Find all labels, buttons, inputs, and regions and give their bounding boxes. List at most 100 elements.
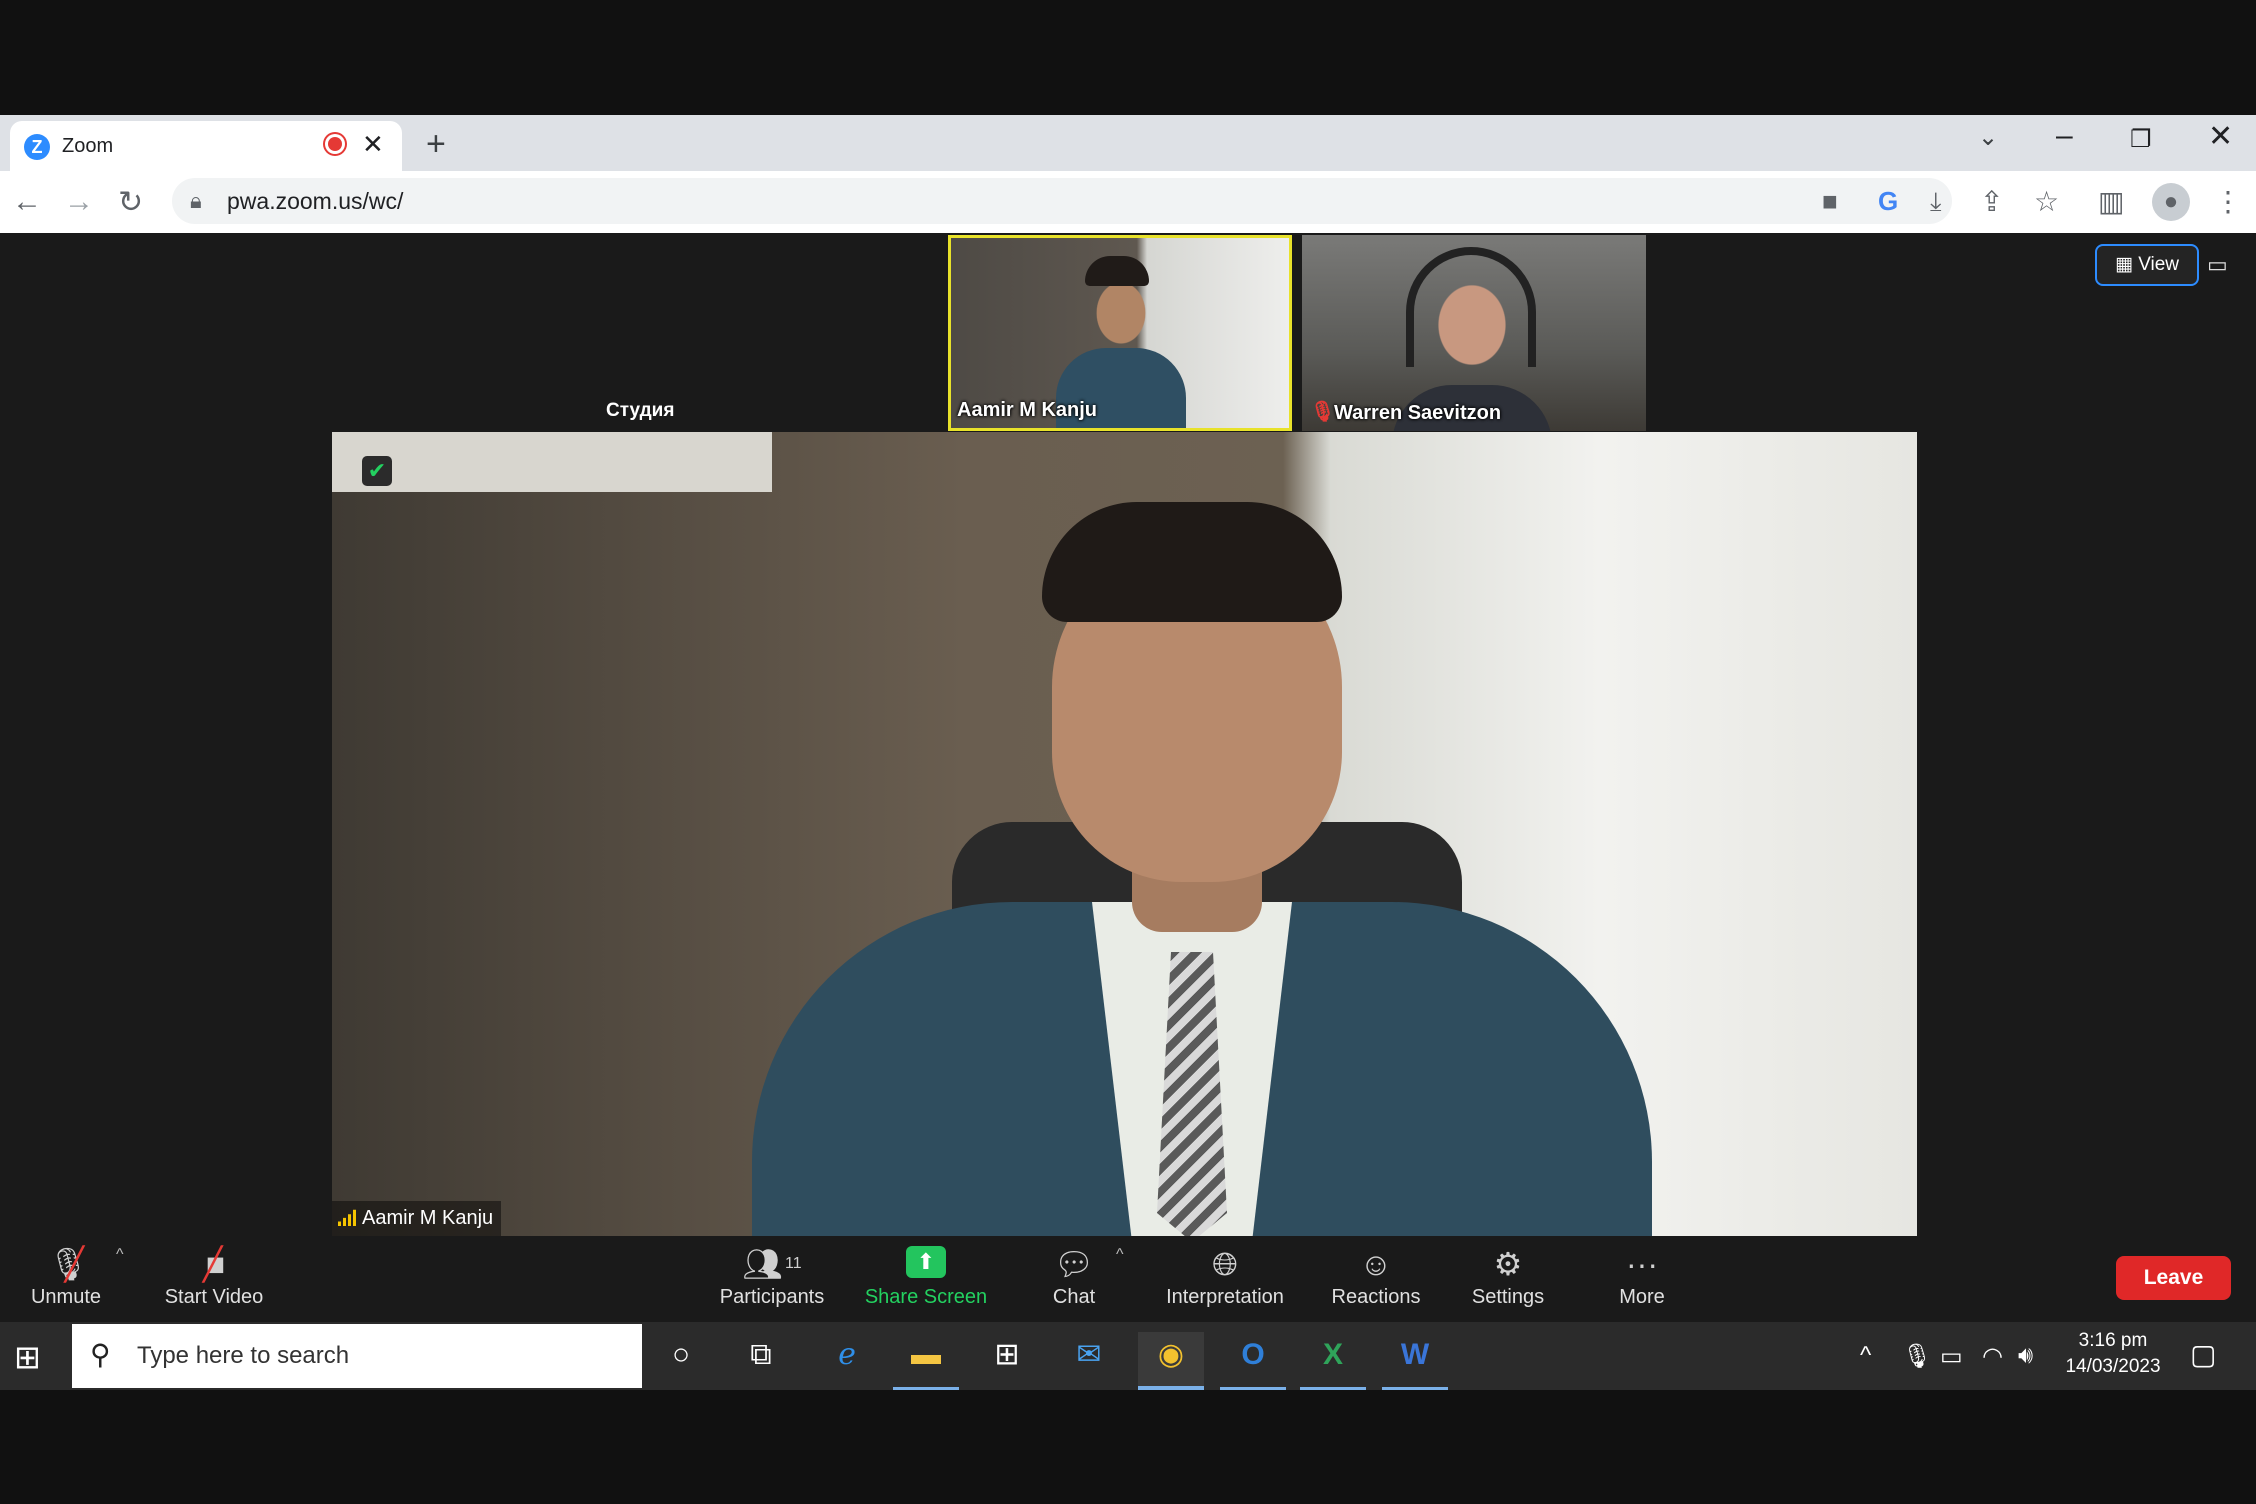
participant-thumbnail[interactable]: 🎙︎ Warren Saevitzon	[1302, 235, 1646, 431]
mail-icon[interactable]: ✉	[1056, 1332, 1122, 1390]
show-hidden-icons-chevron-icon[interactable]: ^	[1860, 1342, 1871, 1370]
video-off-icon: ■╱	[203, 1246, 226, 1282]
windows-taskbar: ⊞ ⚲ Type here to search ○ ⧉ ℯ ▬ ⊞ ✉ ◉ O …	[0, 1322, 2256, 1390]
audio-options-caret-icon[interactable]: ^	[116, 1246, 124, 1264]
more-label: More	[1619, 1286, 1665, 1308]
interpretation-button[interactable]: 🌐︎ Interpretation	[1156, 1236, 1294, 1322]
start-video-label: Start Video	[164, 1286, 264, 1308]
share-screen-arrow-icon: ⬆	[906, 1246, 946, 1278]
connection-signal-icon	[338, 1209, 358, 1226]
encryption-shield-icon[interactable]: ✔	[362, 456, 392, 486]
forward-arrow-icon[interactable]: →	[64, 185, 94, 219]
tab-title: Zoom	[62, 135, 114, 157]
chrome-icon[interactable]: ◉	[1138, 1332, 1204, 1390]
participant-name: Aamir M Kanju	[957, 399, 1098, 421]
chat-bubble-icon: 💬︎	[1053, 1246, 1095, 1282]
meeting-control-bar: 🎙︎╱ Unmute ^ ■╱ Start Video 👥︎ 11 Partici…	[0, 1236, 2256, 1322]
browser-toolbar: ← → ↻ 🔒︎ pwa.zoom.us/wc/ ■ G ⤓ ⇪ ☆ ▥ ● ⋮	[0, 171, 2256, 234]
interpretation-label: Interpretation	[1166, 1286, 1284, 1308]
search-icon: ⚲	[90, 1339, 111, 1370]
microphone-in-use-icon[interactable]: 🎙︎	[1902, 1342, 1932, 1371]
tab-close-button[interactable]: ✕	[362, 129, 384, 160]
reactions-label: Reactions	[1331, 1286, 1421, 1308]
clock-date[interactable]: 14/03/2023	[2058, 1356, 2168, 1378]
url-text[interactable]: pwa.zoom.us/wc/	[227, 188, 403, 215]
share-screen-button[interactable]: ⬆ Share Screen	[860, 1236, 992, 1322]
settings-label: Settings	[1471, 1286, 1545, 1308]
browser-tab-bar: Z Zoom ✕ + ⌄ – ❐ ✕	[0, 115, 2256, 171]
windows-start-icon[interactable]: ⊞	[14, 1338, 41, 1376]
window-close-button[interactable]: ✕	[2208, 119, 2233, 154]
outlook-icon[interactable]: O	[1220, 1332, 1286, 1390]
chat-options-caret-icon[interactable]: ^	[1116, 1246, 1124, 1264]
new-tab-button[interactable]: +	[426, 125, 446, 164]
google-icon[interactable]: G	[1878, 186, 1898, 217]
lock-icon[interactable]: 🔒︎	[190, 188, 202, 214]
search-placeholder: Type here to search	[137, 1342, 350, 1369]
participants-label: Participants	[719, 1286, 825, 1308]
more-dots-icon: ···	[1626, 1246, 1658, 1282]
volume-icon[interactable]: 🔊︎	[2018, 1342, 2033, 1370]
battery-icon[interactable]: ▭	[1940, 1342, 1963, 1371]
video-hair	[1042, 502, 1342, 622]
microsoft-store-icon[interactable]: ⊞	[974, 1332, 1040, 1390]
start-video-button[interactable]: ■╱ Start Video	[156, 1236, 272, 1322]
unmute-button[interactable]: 🎙︎╱ Unmute	[18, 1236, 114, 1322]
participant-hair	[1085, 256, 1149, 286]
recording-indicator-icon	[328, 137, 342, 151]
clock-time[interactable]: 3:16 pm	[2068, 1330, 2158, 1352]
menu-kebab-icon[interactable]: ⋮	[2214, 185, 2242, 218]
settings-button[interactable]: ⚙ Settings	[1460, 1236, 1556, 1322]
file-explorer-icon[interactable]: ▬	[893, 1332, 959, 1390]
window-minimize-button[interactable]: –	[2056, 119, 2073, 153]
notification-center-icon[interactable]: ▢	[2190, 1338, 2216, 1371]
chat-button[interactable]: 💬︎ Chat	[1034, 1236, 1114, 1322]
muted-mic-icon: 🎙︎	[1310, 401, 1336, 423]
install-app-icon[interactable]: ⤓	[1930, 186, 1942, 218]
reaction-smiley-icon: ☺	[1359, 1246, 1393, 1282]
muted-microphone-icon: 🎙︎╱	[48, 1246, 89, 1282]
main-speaker-name-tag: Aamir M Kanju	[332, 1201, 502, 1236]
participant-thumbnail-active-speaker[interactable]: Aamir M Kanju	[948, 235, 1292, 431]
view-label: View	[2138, 254, 2180, 275]
excel-icon[interactable]: X	[1300, 1332, 1366, 1390]
share-icon[interactable]: ⇪	[1980, 185, 2003, 218]
main-speaker-name: Aamir M Kanju	[362, 1207, 494, 1229]
side-panel-icon[interactable]: ▥	[2098, 185, 2124, 218]
taskbar-search-box[interactable]: ⚲ Type here to search	[72, 1324, 642, 1388]
back-arrow-icon[interactable]: ←	[12, 185, 42, 219]
reload-icon[interactable]: ↻	[118, 185, 143, 220]
participants-button[interactable]: 👥︎ 11 Participants	[712, 1236, 832, 1322]
edge-icon[interactable]: ℯ	[814, 1332, 880, 1390]
more-button[interactable]: ··· More	[1594, 1236, 1690, 1322]
bookmark-star-icon[interactable]: ☆	[2034, 185, 2059, 218]
word-icon[interactable]: W	[1382, 1332, 1448, 1390]
view-grid-icon: ▦	[2114, 254, 2139, 275]
video-background-ceiling	[332, 432, 772, 492]
profile-avatar-icon[interactable]: ●	[2152, 183, 2190, 221]
participant-count: 11	[785, 1255, 802, 1272]
share-screen-label: Share Screen	[864, 1286, 988, 1308]
wifi-icon[interactable]: ◠	[1982, 1342, 2003, 1371]
unmute-label: Unmute	[30, 1286, 102, 1308]
chat-label: Chat	[1052, 1286, 1096, 1308]
window-restore-button[interactable]: ❐	[2130, 125, 2152, 154]
zoom-favicon-icon: Z	[24, 134, 50, 160]
participants-icon: 👥︎ 11	[742, 1246, 802, 1282]
tab-search-chevron-icon[interactable]: ⌄	[1978, 123, 1998, 152]
tab-zoom[interactable]: Z Zoom ✕	[10, 121, 402, 171]
main-speaker-video[interactable]: ✔ Aamir M Kanju	[332, 432, 1917, 1236]
reactions-button[interactable]: ☺ Reactions	[1322, 1236, 1430, 1322]
fullscreen-icon[interactable]: ▭	[2207, 252, 2228, 278]
address-bar[interactable]: 🔒︎ pwa.zoom.us/wc/ ■ G ⤓	[172, 178, 1952, 224]
globe-icon: 🌐︎	[1212, 1246, 1238, 1282]
view-button[interactable]: ▦ View	[2095, 244, 2199, 286]
studio-label: Студия	[606, 400, 675, 421]
leave-meeting-button[interactable]: Leave	[2116, 1256, 2231, 1300]
task-view-icon[interactable]: ⧉	[728, 1332, 794, 1390]
gear-icon: ⚙	[1493, 1246, 1523, 1282]
participant-name: Warren Saevitzon	[1334, 402, 1502, 424]
camera-in-use-icon[interactable]: ■	[1822, 186, 1838, 217]
participant-headphones	[1406, 247, 1536, 367]
cortana-icon[interactable]: ○	[648, 1332, 714, 1390]
